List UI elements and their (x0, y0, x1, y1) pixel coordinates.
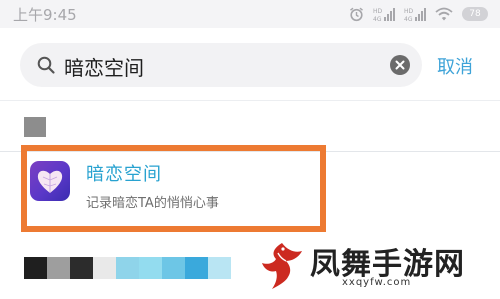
redacted-block (24, 117, 46, 137)
svg-text:HD: HD (373, 8, 383, 15)
divider (0, 100, 500, 101)
swatch (70, 257, 93, 279)
status-bar: 上午9:45 HD 4G HD 4G 78 (0, 0, 500, 28)
watermark-domain: xxqyfw.com (342, 277, 412, 288)
search-bar: 暗恋空间 取消 (0, 28, 500, 100)
highlight-frame (21, 145, 326, 232)
status-time: 上午9:45 (13, 6, 77, 24)
svg-text:4G: 4G (373, 16, 382, 22)
swatch (162, 257, 185, 279)
color-palette (24, 257, 231, 279)
svg-text:4G: 4G (404, 16, 413, 22)
watermark: 凤舞手游网 xxqyfw.com (258, 237, 494, 295)
signal-4g-hd-icon: HD 4G (404, 7, 426, 22)
search-query[interactable]: 暗恋空间 (64, 52, 144, 81)
battery-icon: 78 (462, 7, 488, 21)
search-icon (36, 55, 56, 79)
swatch (185, 257, 208, 279)
swatch (24, 257, 47, 279)
swatch (116, 257, 139, 279)
cancel-button[interactable]: 取消 (437, 53, 473, 79)
phoenix-logo (258, 239, 306, 295)
wifi-icon (435, 7, 453, 21)
swatch (93, 257, 116, 279)
signal-4g-hd-icon: HD 4G (373, 7, 395, 22)
swatch (139, 257, 162, 279)
svg-text:HD: HD (404, 8, 414, 15)
alarm-icon (349, 7, 364, 22)
clear-icon[interactable] (390, 55, 410, 79)
status-icons: HD 4G HD 4G 78 (349, 6, 488, 22)
swatch (208, 257, 231, 279)
search-input[interactable]: 暗恋空间 (20, 43, 422, 87)
swatch (47, 257, 70, 279)
